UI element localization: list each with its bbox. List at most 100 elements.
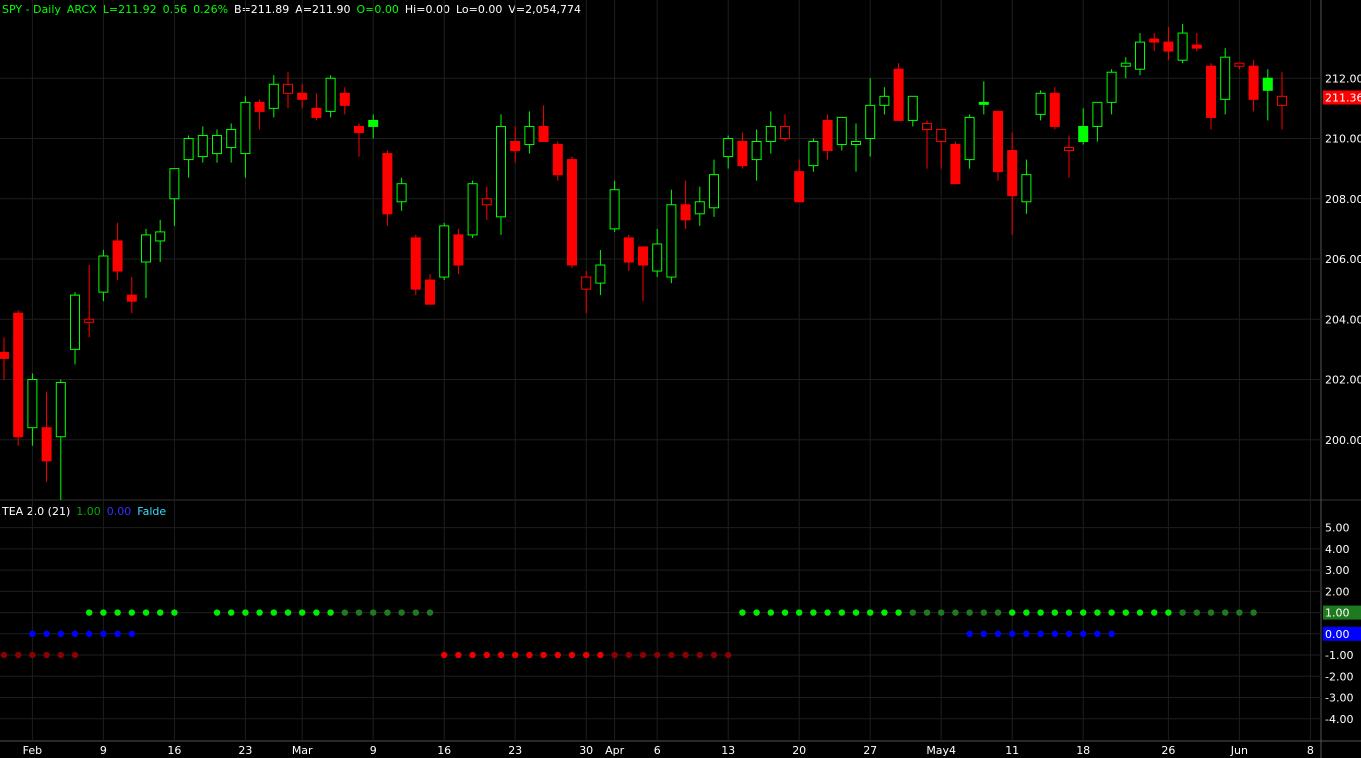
candle-body[interactable] xyxy=(70,294,80,350)
candle-body[interactable] xyxy=(311,107,322,118)
candle-body[interactable] xyxy=(609,189,620,230)
indicator-dot xyxy=(838,609,845,616)
candle-body[interactable] xyxy=(183,138,194,161)
indicator-dot xyxy=(1250,609,1257,616)
candle-body[interactable] xyxy=(623,237,634,263)
candle-body[interactable] xyxy=(141,234,151,263)
candle-body[interactable] xyxy=(396,183,407,203)
time-axis-label: 26 xyxy=(1161,744,1175,757)
candle-body[interactable] xyxy=(467,183,478,236)
candle-body[interactable] xyxy=(439,225,450,278)
candle-body[interactable] xyxy=(481,198,492,206)
candle-body[interactable] xyxy=(581,276,592,290)
candle-body[interactable] xyxy=(325,77,336,112)
candle-body[interactable] xyxy=(98,255,109,293)
candle-body[interactable] xyxy=(964,116,975,161)
candle-body[interactable] xyxy=(1206,65,1216,118)
candle-body[interactable] xyxy=(751,141,762,161)
candle-body[interactable] xyxy=(27,379,38,429)
candle-body[interactable] xyxy=(1191,44,1202,49)
indicator-dot xyxy=(384,609,391,616)
candle-body[interactable] xyxy=(496,125,506,218)
candle-body[interactable] xyxy=(652,243,663,272)
candle-body[interactable] xyxy=(1277,95,1287,106)
candle-body[interactable] xyxy=(126,294,137,302)
candle-body[interactable] xyxy=(765,125,776,143)
candle-body[interactable] xyxy=(155,231,166,242)
candle-body[interactable] xyxy=(1092,101,1103,127)
candle-body[interactable] xyxy=(112,240,123,272)
candle-body[interactable] xyxy=(510,141,521,152)
candle-body[interactable] xyxy=(226,128,237,149)
candle-body[interactable] xyxy=(851,141,861,146)
candle-body[interactable] xyxy=(84,318,95,323)
candle-body[interactable] xyxy=(552,144,563,176)
candle-body[interactable] xyxy=(410,237,421,290)
candle-body[interactable] xyxy=(666,204,677,278)
candle-body[interactable] xyxy=(879,95,890,106)
candle-body[interactable] xyxy=(978,101,989,105)
candle-body[interactable] xyxy=(595,264,606,284)
candle-body[interactable] xyxy=(55,382,66,438)
candle-body[interactable] xyxy=(1262,77,1273,91)
candle-body[interactable] xyxy=(1078,125,1089,143)
candle-body[interactable] xyxy=(41,427,52,462)
candle-body[interactable] xyxy=(893,68,904,121)
candle-body[interactable] xyxy=(1149,38,1160,43)
candle-body[interactable] xyxy=(1007,150,1018,197)
candle-body[interactable] xyxy=(950,144,961,185)
candle-body[interactable] xyxy=(1177,32,1188,61)
candle-body[interactable] xyxy=(1106,71,1117,103)
candle-body[interactable] xyxy=(1234,62,1245,67)
candle-body[interactable] xyxy=(780,125,790,139)
candle-body[interactable] xyxy=(794,171,805,203)
candle-body[interactable] xyxy=(538,125,549,143)
candle-body[interactable] xyxy=(212,134,222,155)
candle-body[interactable] xyxy=(808,141,819,167)
candle-body[interactable] xyxy=(169,168,180,200)
candle-body[interactable] xyxy=(453,234,464,266)
candle-body[interactable] xyxy=(1021,174,1032,203)
indicator-dot xyxy=(242,609,249,616)
candle-body[interactable] xyxy=(907,95,918,121)
candle-body[interactable] xyxy=(865,104,876,140)
candle-body[interactable] xyxy=(197,134,208,158)
candle-body[interactable] xyxy=(368,119,379,127)
candle-body[interactable] xyxy=(524,125,535,146)
candle-body[interactable] xyxy=(268,83,279,109)
candle-body[interactable] xyxy=(425,279,435,305)
candle-body[interactable] xyxy=(1064,147,1074,152)
candle-body[interactable] xyxy=(709,174,719,209)
time-axis-label: 8 xyxy=(1307,744,1314,757)
candle-body[interactable] xyxy=(13,312,24,438)
candle-body[interactable] xyxy=(680,204,691,221)
candle-body[interactable] xyxy=(1163,41,1174,52)
candle-body[interactable] xyxy=(382,153,393,215)
candle-body[interactable] xyxy=(1120,62,1131,67)
time-axis-label: 11 xyxy=(1005,744,1019,757)
candle-body[interactable] xyxy=(638,246,648,266)
candle-body[interactable] xyxy=(1049,92,1060,127)
candle-body[interactable] xyxy=(936,128,947,143)
candle-body[interactable] xyxy=(297,92,308,100)
candle-body[interactable] xyxy=(567,159,577,266)
candle-body[interactable] xyxy=(1135,41,1145,70)
candle-body[interactable] xyxy=(254,101,265,112)
candle-body[interactable] xyxy=(283,83,293,94)
candle-body[interactable] xyxy=(1035,92,1046,115)
candle-body[interactable] xyxy=(694,201,705,215)
candle-body[interactable] xyxy=(993,110,1003,173)
candle-body[interactable] xyxy=(354,125,364,133)
candle-body[interactable] xyxy=(1220,56,1231,100)
candle-body[interactable] xyxy=(822,119,833,152)
trading-chart[interactable]: Feb 9 16 23 Mar 9 16 23 30 Apr 6 13 20 27 May4 11 18 26 Ju… xyxy=(0,0,1361,758)
candle-body[interactable] xyxy=(1248,65,1259,100)
candle-body[interactable] xyxy=(836,116,847,146)
candle-body[interactable] xyxy=(240,101,251,155)
candle-body[interactable] xyxy=(737,141,748,167)
candle-body[interactable] xyxy=(723,138,734,158)
indicator-dot xyxy=(228,609,235,616)
candle-body[interactable] xyxy=(922,122,932,130)
candle-body[interactable] xyxy=(339,92,350,106)
candle-body[interactable] xyxy=(0,351,9,359)
